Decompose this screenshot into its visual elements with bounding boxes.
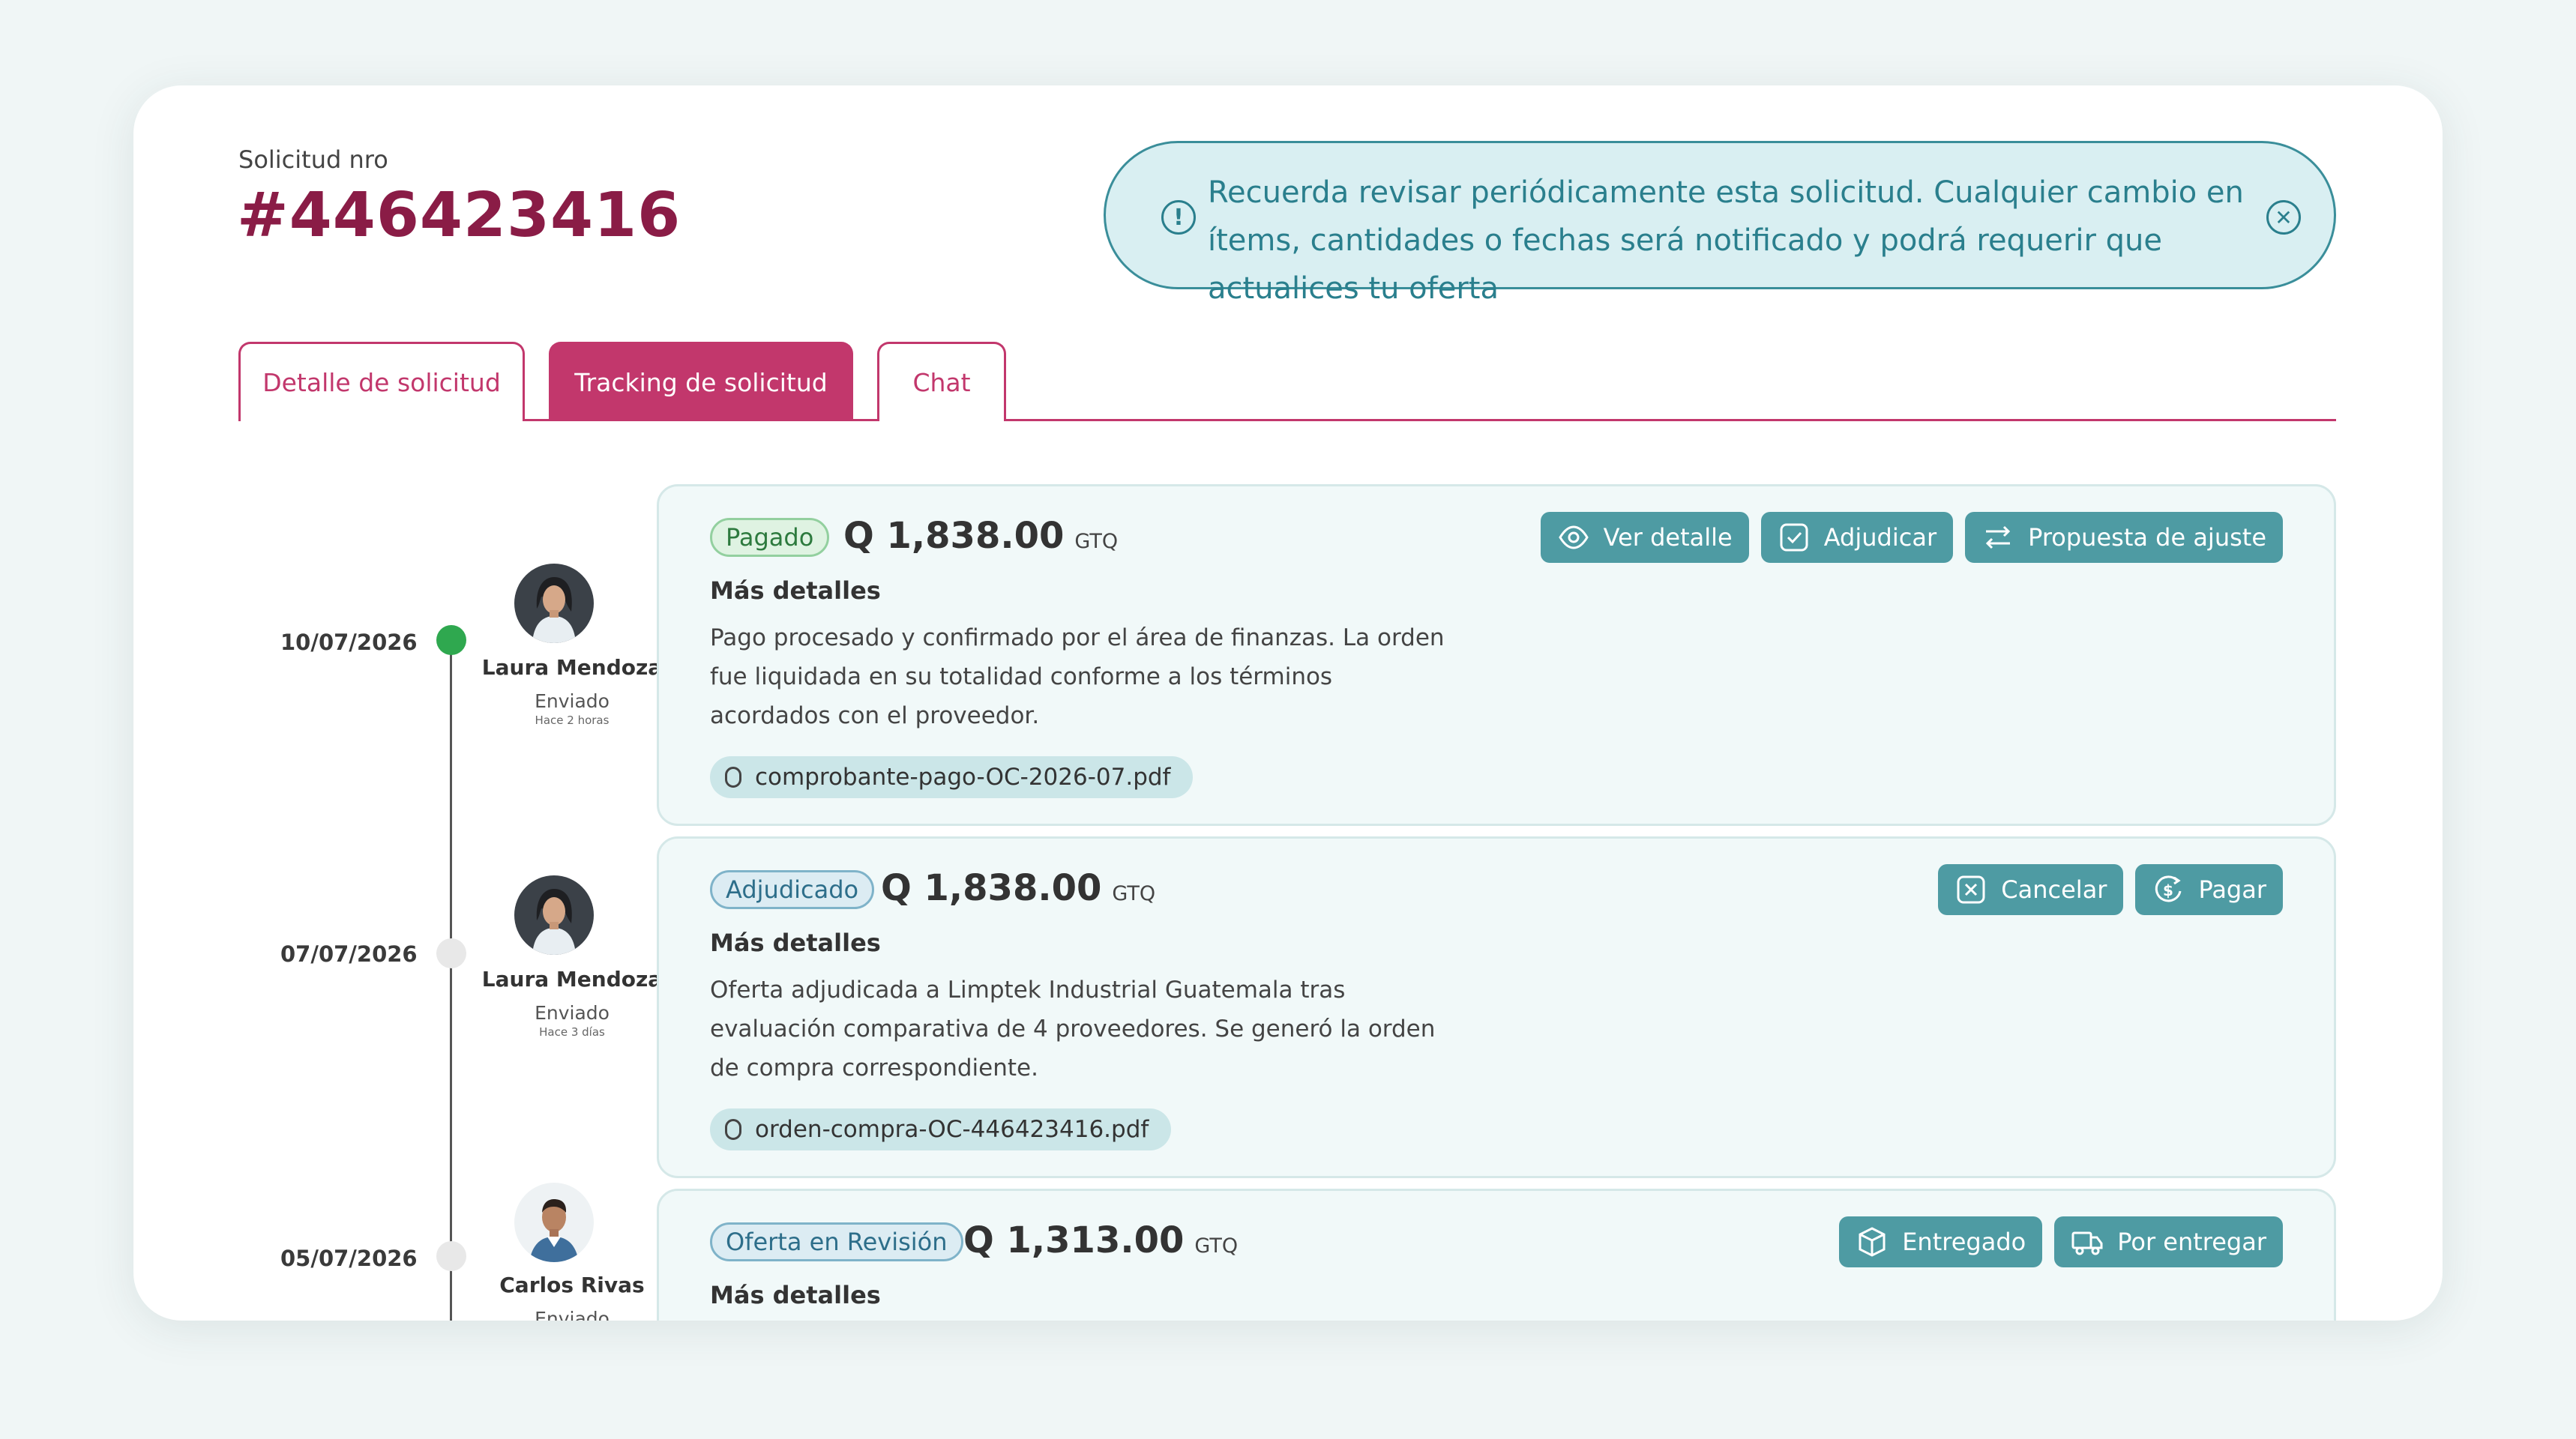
notice-banner: ! Recuerda revisar periódicamente esta s… [1104, 141, 2336, 306]
entry-amount: Q 1,838.00 GTQ [881, 867, 1155, 909]
person-name: Laura Mendoza [481, 967, 663, 992]
to-deliver-button[interactable]: Por entregar [2054, 1216, 2283, 1267]
person-time: Hace 2 horas [535, 714, 610, 727]
request-card: Solicitud nro #446423416 ! Recuerda revi… [133, 85, 2443, 1321]
person-name: Laura Mendoza [481, 655, 663, 680]
attachment-name: comprobante-pago-OC-2026-07.pdf [755, 764, 1171, 791]
amount-currency: GTQ [1194, 1234, 1239, 1258]
attachment-chip[interactable]: orden-compra-OC-446423416.pdf [710, 1108, 1172, 1150]
button-label: Cancelar [2001, 875, 2107, 904]
button-label: Ver detalle [1603, 523, 1733, 552]
timeline-dot [436, 1241, 466, 1271]
entry-description: Oferta adjudicada a Limptek Industrial G… [710, 977, 1436, 1081]
person-time: Hace 3 días [539, 1025, 605, 1039]
tab-bar: Detalle de solicitud Tracking de solicit… [238, 342, 2336, 421]
eye-icon [1557, 521, 1590, 554]
person-name: Carlos Rivas [499, 1273, 645, 1297]
entry-person: Laura Mendoza Enviado Hace 2 horas [463, 655, 681, 727]
svg-text:$: $ [2163, 881, 2173, 899]
box-icon [1856, 1225, 1889, 1258]
paperclip-icon [725, 1119, 741, 1140]
person-status: Enviado [535, 690, 610, 712]
status-badge: Oferta en Revisión [710, 1222, 963, 1261]
amount-value: Q 1,838.00 [881, 867, 1102, 909]
truck-icon [2071, 1225, 2104, 1258]
person-status: Enviado [535, 1308, 610, 1321]
entry-date: 10/07/2026 [280, 630, 418, 655]
button-label: Por entregar [2117, 1228, 2266, 1256]
view-detail-button[interactable]: Ver detalle [1540, 512, 1749, 563]
timeline-entry: Pagado Q 1,838.00 GTQ Ver detalle Adjudic… [657, 484, 2336, 826]
button-label: Entregado [1902, 1228, 2026, 1256]
more-details-heading: Más detalles [710, 929, 881, 957]
cancel-button[interactable]: Cancelar [1938, 864, 2124, 915]
avatar [514, 875, 594, 955]
attachment-name: orden-compra-OC-446423416.pdf [755, 1116, 1149, 1143]
timeline-dot-done [436, 625, 466, 655]
delivered-button[interactable]: Entregado [1839, 1216, 2043, 1267]
person-status: Enviado [535, 1002, 610, 1024]
entry-actions: Entregado Por entregar [1839, 1216, 2283, 1267]
entry-actions: Cancelar $ Pagar [1938, 864, 2283, 915]
check-square-icon [1778, 521, 1811, 554]
x-square-icon [1954, 873, 1987, 906]
adjustment-proposal-button[interactable]: Propuesta de ajuste [1965, 512, 2283, 563]
timeline-line [450, 640, 452, 1321]
attachment-chip[interactable]: comprobante-pago-OC-2026-07.pdf [710, 756, 1194, 798]
request-number: #446423416 [237, 180, 681, 251]
amount-currency: GTQ [1074, 530, 1119, 553]
amount-currency: GTQ [1112, 882, 1156, 905]
entry-person: Laura Mendoza Enviado Hace 3 días [463, 967, 681, 1039]
close-icon[interactable]: ✕ [2266, 200, 2301, 235]
more-details-heading: Más detalles [710, 576, 881, 605]
button-label: Adjudicar [1823, 523, 1937, 552]
request-label: Solicitud nro [238, 145, 388, 174]
entry-amount: Q 1,838.00 GTQ [843, 515, 1118, 557]
tab-detalle[interactable]: Detalle de solicitud [238, 342, 525, 421]
avatar [514, 564, 594, 643]
button-label: Propuesta de ajuste [2028, 523, 2266, 552]
paperclip-icon [725, 767, 741, 788]
button-label: Pagar [2198, 875, 2266, 904]
notice-text: Recuerda revisar periódicamente esta sol… [1208, 175, 2244, 306]
timeline-dot [436, 938, 466, 968]
amount-value: Q 1,313.00 [963, 1219, 1185, 1261]
timeline-entry: Oferta en Revisión Q 1,313.00 GTQ Entrega… [657, 1189, 2336, 1321]
pay-button[interactable]: $ Pagar [2135, 864, 2283, 915]
avatar [514, 1183, 594, 1262]
status-badge: Adjudicado [710, 870, 875, 909]
tab-chat[interactable]: Chat [877, 342, 1006, 421]
more-details-heading: Más detalles [710, 1281, 881, 1309]
info-icon: ! [1161, 200, 1196, 235]
entry-person: Carlos Rivas Enviado [463, 1273, 681, 1321]
award-button[interactable]: Adjudicar [1760, 512, 1954, 563]
amount-value: Q 1,838.00 [843, 515, 1065, 557]
entry-date: 05/07/2026 [280, 1246, 418, 1271]
tab-tracking[interactable]: Tracking de solicitud [549, 342, 853, 421]
swap-arrows-icon [1981, 521, 2014, 554]
entry-description: Pago procesado y confirmado por el área … [710, 624, 1445, 729]
status-badge: Pagado [710, 518, 830, 557]
entry-actions: Ver detalle Adjudicar Propuesta de ajust… [1540, 512, 2283, 563]
dollar-refresh-icon: $ [2152, 873, 2185, 906]
entry-amount: Q 1,313.00 GTQ [963, 1219, 1238, 1261]
timeline-entry: Adjudicado Q 1,838.00 GTQ Cancelar $ Paga… [657, 836, 2336, 1178]
entry-date: 07/07/2026 [280, 941, 418, 967]
